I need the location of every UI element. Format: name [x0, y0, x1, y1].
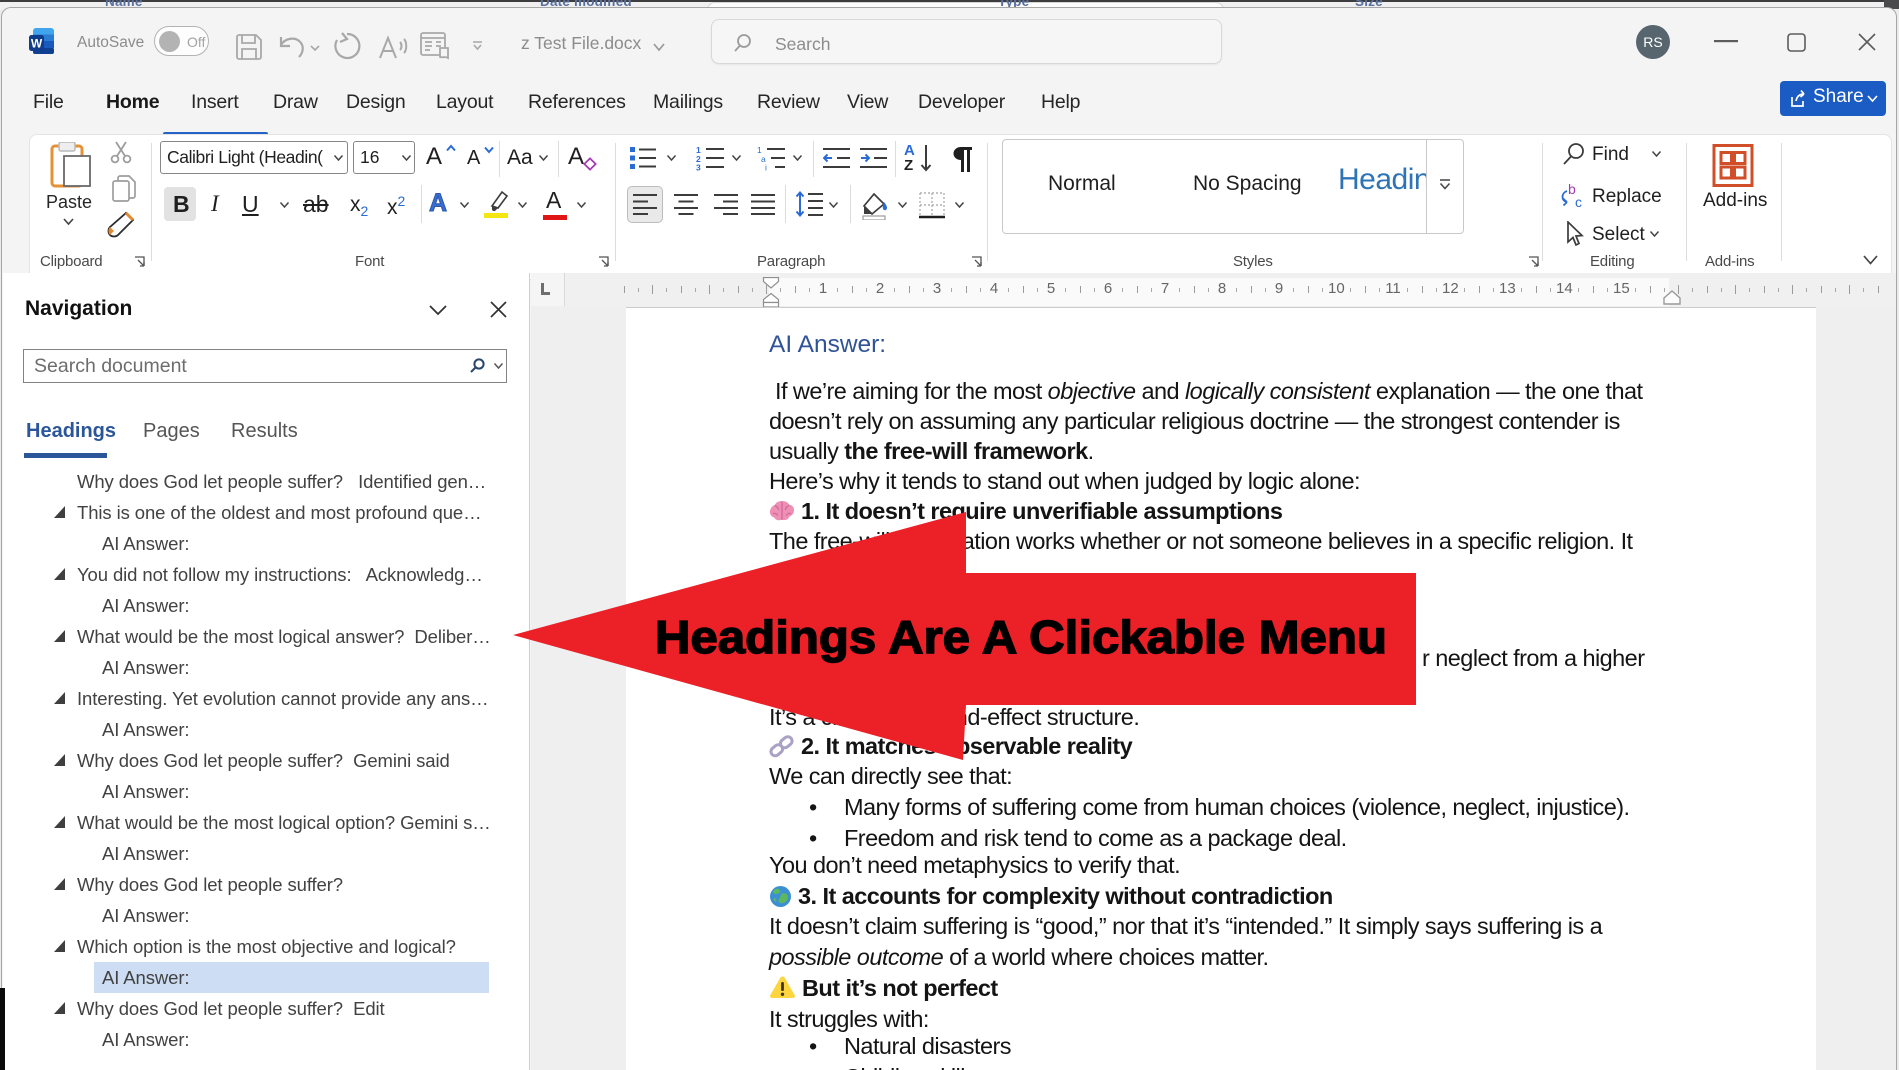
svg-text:3: 3 [696, 163, 701, 172]
svg-text:Headings Are A Clickable Menu: Headings Are A Clickable Menu [655, 611, 1387, 663]
svg-text:W: W [31, 37, 43, 51]
svg-text:c: c [1575, 194, 1582, 209]
svg-text:i: i [765, 163, 767, 172]
